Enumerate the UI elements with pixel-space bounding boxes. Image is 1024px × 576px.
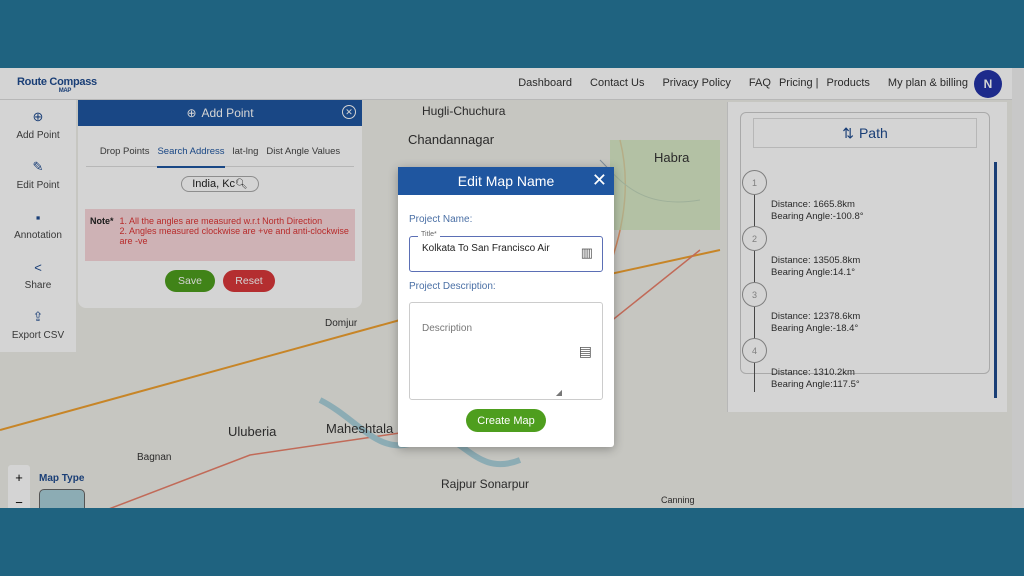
edit-map-name-dialog: Edit Map Name ✕ Project Name: Title* Kolka…	[398, 167, 614, 447]
dialog-title: Edit Map Name	[457, 173, 555, 189]
resize-handle[interactable]: ◢	[556, 388, 562, 397]
description-textarea[interactable]: Description ▤ ◢	[409, 302, 603, 400]
app: Hugli-Chuchura Chandannagar Habra Domjur…	[0, 68, 1024, 508]
project-name-label: Project Name:	[409, 214, 473, 225]
project-description-label: Project Description:	[409, 281, 496, 292]
create-map-button[interactable]: Create Map	[466, 409, 546, 432]
document-icon: ▤	[578, 343, 592, 359]
map-icon: ▥	[580, 245, 593, 260]
close-icon[interactable]: ✕	[592, 170, 607, 191]
title-input[interactable]: Title* Kolkata To San Francisco Air ▥	[409, 231, 603, 272]
